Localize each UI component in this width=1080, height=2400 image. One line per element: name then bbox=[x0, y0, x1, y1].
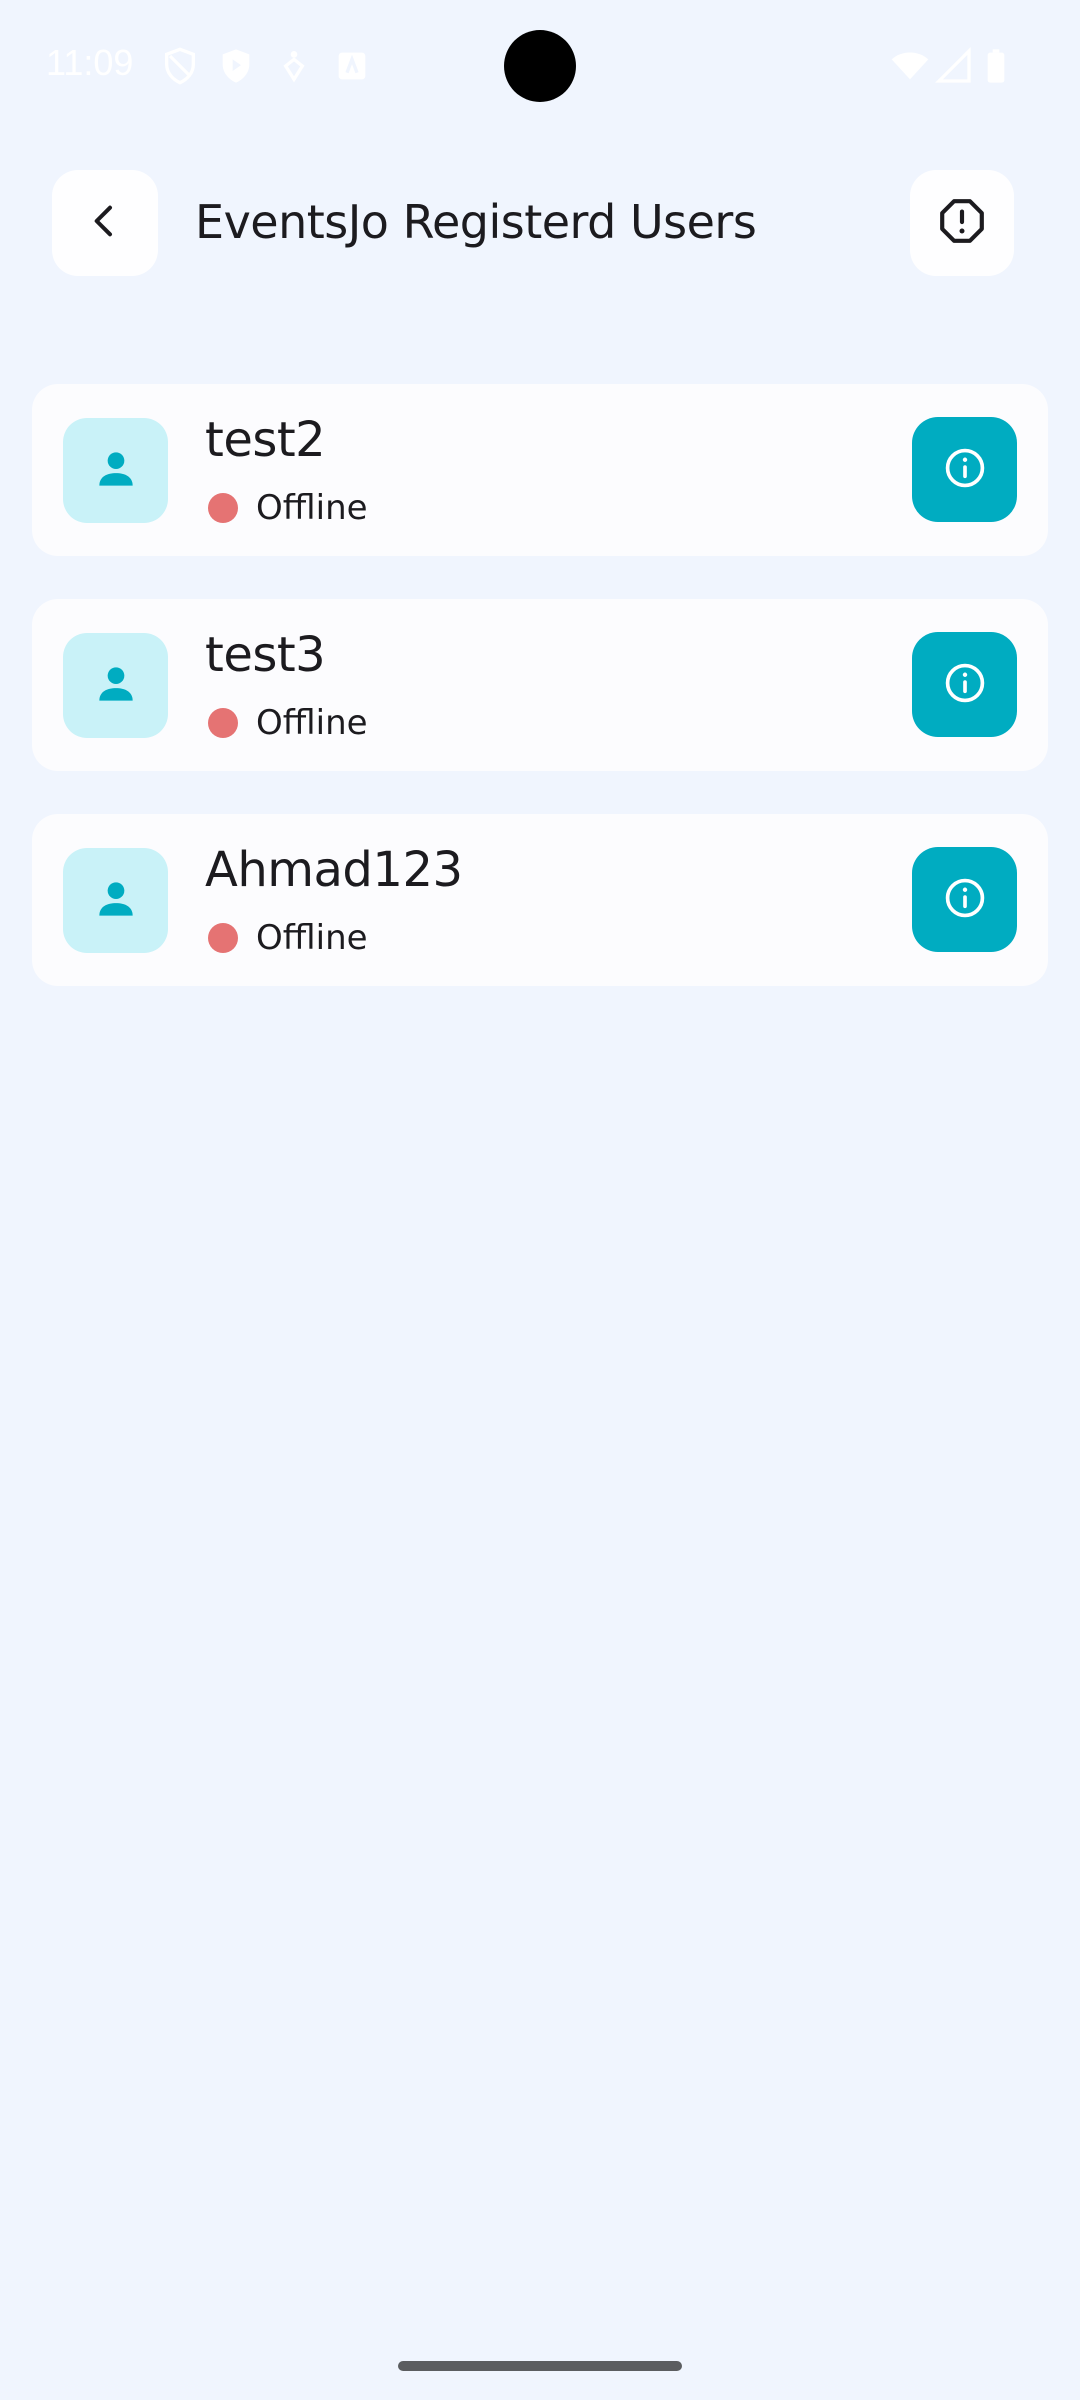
alert-octagon-icon bbox=[937, 196, 987, 250]
user-list: test2 Offline test3 Offline Ahmad123 Off… bbox=[32, 384, 1048, 1029]
avatar bbox=[63, 418, 168, 523]
battery-icon bbox=[976, 46, 1016, 86]
user-info-button[interactable] bbox=[912, 847, 1017, 952]
user-name: Ahmad123 bbox=[205, 842, 463, 898]
offline-status-dot bbox=[208, 708, 238, 738]
status-bar: 11:09 bbox=[0, 0, 1080, 132]
status-time: 11:09 bbox=[46, 42, 134, 83]
app-store-icon bbox=[332, 46, 372, 86]
person-icon bbox=[91, 874, 141, 928]
user-info-button[interactable] bbox=[912, 417, 1017, 522]
user-status: Offline bbox=[256, 918, 368, 958]
offline-status-dot bbox=[208, 493, 238, 523]
chevron-left-icon bbox=[85, 201, 125, 245]
signal-icon bbox=[934, 46, 974, 86]
user-status: Offline bbox=[256, 488, 368, 528]
play-protect-icon bbox=[216, 46, 256, 86]
person-icon bbox=[91, 444, 141, 498]
user-status: Offline bbox=[256, 703, 368, 743]
user-card[interactable]: test2 Offline bbox=[32, 384, 1048, 556]
user-card[interactable]: test3 Offline bbox=[32, 599, 1048, 771]
avatar bbox=[63, 848, 168, 953]
back-button[interactable] bbox=[52, 170, 158, 276]
camera-cutout bbox=[504, 30, 576, 102]
home-indicator[interactable] bbox=[398, 2361, 682, 2371]
user-name: test2 bbox=[205, 412, 326, 468]
info-icon bbox=[943, 876, 987, 924]
person-icon bbox=[91, 659, 141, 713]
accessibility-icon bbox=[274, 46, 314, 86]
report-button[interactable] bbox=[910, 170, 1014, 276]
user-info-button[interactable] bbox=[912, 632, 1017, 737]
info-icon bbox=[943, 661, 987, 709]
offline-status-dot bbox=[208, 923, 238, 953]
avatar bbox=[63, 633, 168, 738]
user-card[interactable]: Ahmad123 Offline bbox=[32, 814, 1048, 986]
wifi-icon bbox=[890, 46, 930, 86]
info-icon bbox=[943, 446, 987, 494]
app-header: EventsJo Registerd Users bbox=[0, 170, 1080, 276]
vpn-shield-icon bbox=[160, 46, 200, 86]
page-title: EventsJo Registerd Users bbox=[195, 195, 757, 249]
user-name: test3 bbox=[205, 627, 326, 683]
